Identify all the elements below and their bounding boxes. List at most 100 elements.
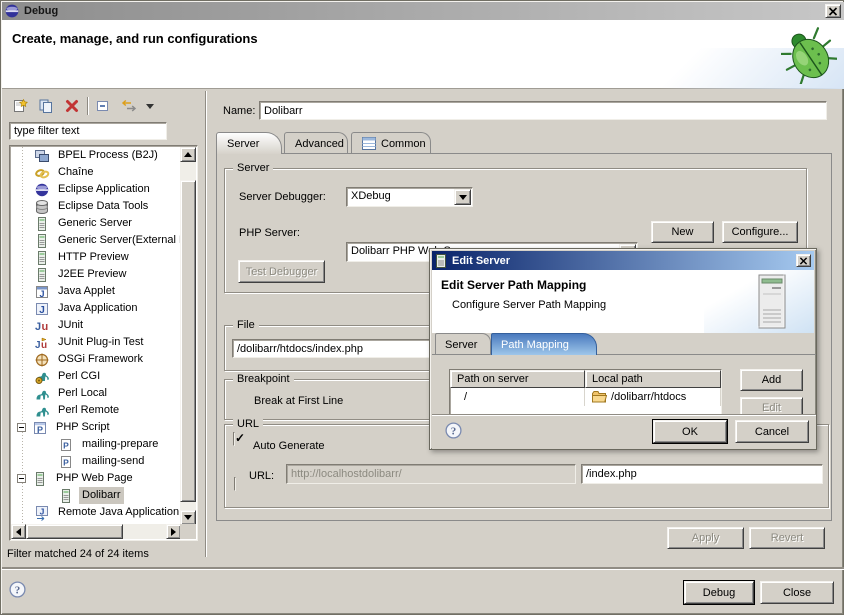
tree-item-osgi-framework[interactable]: OSGi Framework (11, 351, 181, 368)
panel-sash[interactable] (205, 91, 206, 557)
duplicate-icon[interactable] (35, 96, 57, 116)
server-icon (58, 488, 74, 504)
tree-item-java-applet[interactable]: JJava Applet (11, 283, 181, 300)
auto-generate-checkbox[interactable] (234, 477, 236, 491)
tree-item-eclipse-data-tools[interactable]: Eclipse Data Tools (11, 198, 181, 215)
mapping-row[interactable]: //dolibarr/htdocs (450, 388, 721, 406)
svg-text:J: J (40, 506, 45, 516)
tab-advanced[interactable]: Advanced (284, 132, 348, 154)
apply-button[interactable]: Apply (667, 527, 744, 549)
configurations-toolbar (9, 96, 156, 116)
perl-cgi-icon (34, 369, 50, 385)
dialog-subheading: Configure Server Path Mapping (432, 292, 814, 311)
tree-item-http-preview[interactable]: HTTP Preview (11, 249, 181, 266)
ok-button[interactable]: OK (653, 420, 727, 443)
svg-text:J: J (35, 321, 41, 333)
dialog-tab-server[interactable]: Server (435, 333, 491, 355)
scroll-right-icon[interactable] (166, 524, 181, 539)
dialog-help-icon[interactable]: ? (445, 422, 462, 442)
configuration-tree: BPEL Process (B2J)ChaîneEclipse Applicat… (9, 145, 198, 541)
tree-item-junit[interactable]: JuJUnit (11, 317, 181, 334)
server-debugger-select[interactable]: XDebug (346, 187, 473, 207)
tree-item-generic-server-external-la[interactable]: Generic Server(External La (11, 232, 181, 249)
debug-configurations-window: { "window": { "title": "Debug" }, "heade… (0, 0, 844, 615)
url-path-input[interactable]: /index.php (581, 464, 823, 484)
footer-separator (2, 567, 844, 569)
svg-text:J: J (35, 340, 41, 351)
local-path-cell: /dolibarr/htdocs (585, 388, 721, 406)
tree-item-remote-java-application[interactable]: JRemote Java Application (11, 504, 181, 521)
svg-text:u: u (42, 321, 49, 333)
svg-text:P: P (63, 457, 69, 467)
tree-item-eclipse-application[interactable]: Eclipse Application (11, 181, 181, 198)
collapse-minus-icon[interactable] (17, 474, 26, 483)
scroll-left-icon[interactable] (11, 524, 26, 539)
delete-icon[interactable] (61, 96, 83, 116)
java-applet-icon: J (34, 284, 50, 300)
tree-item-cha-ne[interactable]: Chaîne (11, 164, 181, 181)
svg-text:?: ? (15, 585, 21, 597)
scroll-down-icon[interactable] (180, 510, 196, 525)
url-base-input[interactable]: http://localhostdolibarr/ (286, 464, 576, 484)
tree-item-junit-plug-in-test[interactable]: JuJUnit Plug-in Test (11, 334, 181, 351)
filter-icon[interactable] (118, 96, 140, 116)
tree-item-generic-server[interactable]: Generic Server (11, 215, 181, 232)
tree-item-perl-local[interactable]: Perl Local (11, 385, 181, 402)
perl-icon (34, 386, 50, 402)
close-button[interactable]: Close (760, 581, 834, 604)
filter-input[interactable]: type filter text (9, 122, 167, 140)
path-mapping-table[interactable]: Path on server Local path //dolibarr/htd… (449, 369, 722, 415)
test-debugger-button[interactable]: Test Debugger (238, 260, 325, 283)
dialog-close-icon[interactable] (796, 254, 811, 267)
svg-text:P: P (63, 440, 69, 450)
chevron-down-icon[interactable] (454, 189, 471, 205)
dialog-tab-path-mapping[interactable]: Path Mapping (491, 333, 597, 355)
revert-button[interactable]: Revert (749, 527, 825, 549)
tree-item-mailing-prepare[interactable]: Pmailing-prepare (11, 436, 181, 453)
column-local-path[interactable]: Local path (585, 370, 721, 388)
name-input[interactable]: Dolibarr (259, 101, 827, 120)
server-icon (34, 250, 50, 266)
vertical-scroll-thumb[interactable] (180, 180, 196, 502)
tree-horizontal-scrollbar[interactable] (11, 524, 181, 539)
tree-item-j2ee-preview[interactable]: J2EE Preview (11, 266, 181, 283)
tree-item-java-application[interactable]: JJava Application (11, 300, 181, 317)
table-icon (362, 137, 376, 150)
tree-item-php-script[interactable]: PPHP Script (11, 419, 181, 436)
filter-menu-arrow-icon[interactable] (144, 96, 156, 116)
edit-server-title: Edit Server (452, 255, 510, 267)
tree-item-perl-cgi[interactable]: Perl CGI (11, 368, 181, 385)
banner-title: Create, manage, and run configurations (2, 20, 844, 46)
scroll-up-icon[interactable] (180, 147, 196, 162)
debug-button[interactable]: Debug (684, 581, 754, 604)
help-icon[interactable]: ? (9, 581, 26, 601)
path-on-server-cell: / (450, 388, 585, 406)
cancel-button[interactable]: Cancel (735, 420, 809, 443)
tree-item-dolibarr[interactable]: Dolibarr (11, 487, 181, 504)
tree-item-mailing-send[interactable]: Pmailing-send (11, 453, 181, 470)
tree-vertical-scrollbar[interactable] (180, 147, 196, 525)
horizontal-scroll-thumb[interactable] (26, 524, 123, 539)
svg-text:J: J (39, 289, 44, 299)
collapse-all-icon[interactable] (92, 96, 114, 116)
tree-item-perl-remote[interactable]: Perl Remote (11, 402, 181, 419)
scrollbar-corner (180, 524, 196, 539)
new-server-button[interactable]: New (651, 221, 714, 243)
chain-icon (34, 165, 50, 181)
tree-item-php-web-page[interactable]: PHP Web Page (11, 470, 181, 487)
edit-server-titlebar[interactable]: Edit Server (432, 251, 814, 270)
window-titlebar[interactable]: Debug (2, 2, 844, 20)
configure-server-button[interactable]: Configure... (722, 221, 798, 243)
server-icon (34, 267, 50, 283)
tab-common[interactable]: Common (351, 132, 431, 154)
tree-item-bpel-process-b2j[interactable]: BPEL Process (B2J) (11, 147, 181, 164)
column-path-on-server[interactable]: Path on server (450, 370, 585, 388)
window-close-button[interactable] (825, 4, 841, 18)
auto-generate-label: Auto Generate (253, 440, 325, 452)
add-mapping-button[interactable]: Add (740, 369, 803, 391)
collapse-minus-icon[interactable] (17, 423, 26, 432)
tab-server[interactable]: Server (216, 132, 282, 154)
new-configuration-icon[interactable] (9, 96, 31, 116)
server-icon (32, 471, 48, 487)
window-title: Debug (24, 5, 58, 17)
